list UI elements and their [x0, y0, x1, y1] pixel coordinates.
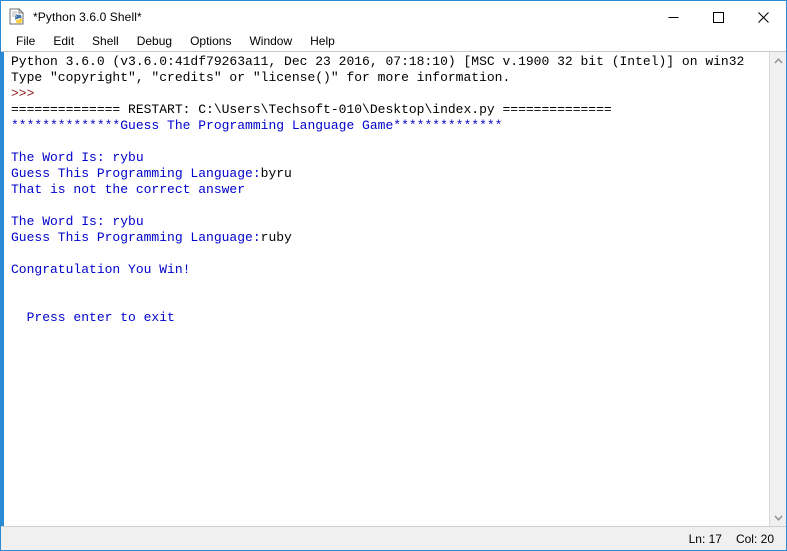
- python-document-icon: [8, 7, 26, 26]
- scrollbar-track[interactable]: [769, 69, 786, 509]
- close-button[interactable]: [741, 1, 786, 33]
- menu-item-file[interactable]: File: [7, 32, 44, 51]
- status-column-number: Col: 20: [735, 531, 774, 546]
- shell-line: ============== RESTART: C:\Users\Techsof…: [11, 102, 612, 117]
- menu-item-options[interactable]: Options: [181, 32, 240, 51]
- vertical-scrollbar[interactable]: [769, 52, 786, 526]
- shell-line: The Word Is: rybu: [11, 214, 144, 229]
- status-bar: Ln: 17 Col: 20: [1, 526, 786, 550]
- shell-line: That is not the correct answer: [11, 182, 246, 197]
- window-controls: [651, 1, 786, 33]
- shell-user-input: ruby: [260, 230, 292, 245]
- shell-body: Python 3.6.0 (v3.6.0:41df79263a11, Dec 2…: [1, 52, 786, 526]
- chevron-up-icon[interactable]: [769, 52, 786, 69]
- maximize-button[interactable]: [696, 1, 741, 33]
- shell-output-text[interactable]: Python 3.6.0 (v3.6.0:41df79263a11, Dec 2…: [4, 52, 769, 526]
- shell-line: Congratulation You Win!: [11, 262, 191, 277]
- menu-item-window[interactable]: Window: [240, 32, 301, 51]
- menu-item-debug[interactable]: Debug: [128, 32, 181, 51]
- shell-line: Python 3.6.0 (v3.6.0:41df79263a11, Dec 2…: [11, 54, 745, 69]
- menu-item-edit[interactable]: Edit: [44, 32, 83, 51]
- menu-item-help[interactable]: Help: [301, 32, 344, 51]
- shell-line: The Word Is: rybu: [11, 150, 144, 165]
- window-title: *Python 3.6.0 Shell*: [33, 9, 142, 24]
- menu-bar: File Edit Shell Debug Options Window Hel…: [1, 32, 786, 52]
- chevron-down-icon[interactable]: [769, 509, 786, 526]
- shell-line-prompt: Guess This Programming Language:: [11, 166, 261, 181]
- shell-line-prompt: Guess This Programming Language:: [11, 230, 261, 245]
- minimize-button[interactable]: [651, 1, 696, 33]
- status-line-number: Ln: 17: [688, 531, 722, 546]
- shell-line: Type "copyright", "credits" or "license(…: [11, 70, 511, 85]
- shell-line: **************Guess The Programming Lang…: [11, 118, 503, 133]
- shell-line: >>>: [11, 86, 35, 101]
- shell-user-input: byru: [260, 166, 292, 181]
- title-bar: *Python 3.6.0 Shell*: [1, 0, 786, 32]
- idle-shell-window: *Python 3.6.0 Shell* File Edit Shell Deb…: [0, 0, 787, 551]
- shell-line: Press enter to exit: [11, 310, 175, 325]
- shell-line: Guess This Programming Language:ruby: [11, 230, 769, 246]
- shell-line: Guess This Programming Language:byru: [11, 166, 769, 182]
- menu-item-shell[interactable]: Shell: [83, 32, 128, 51]
